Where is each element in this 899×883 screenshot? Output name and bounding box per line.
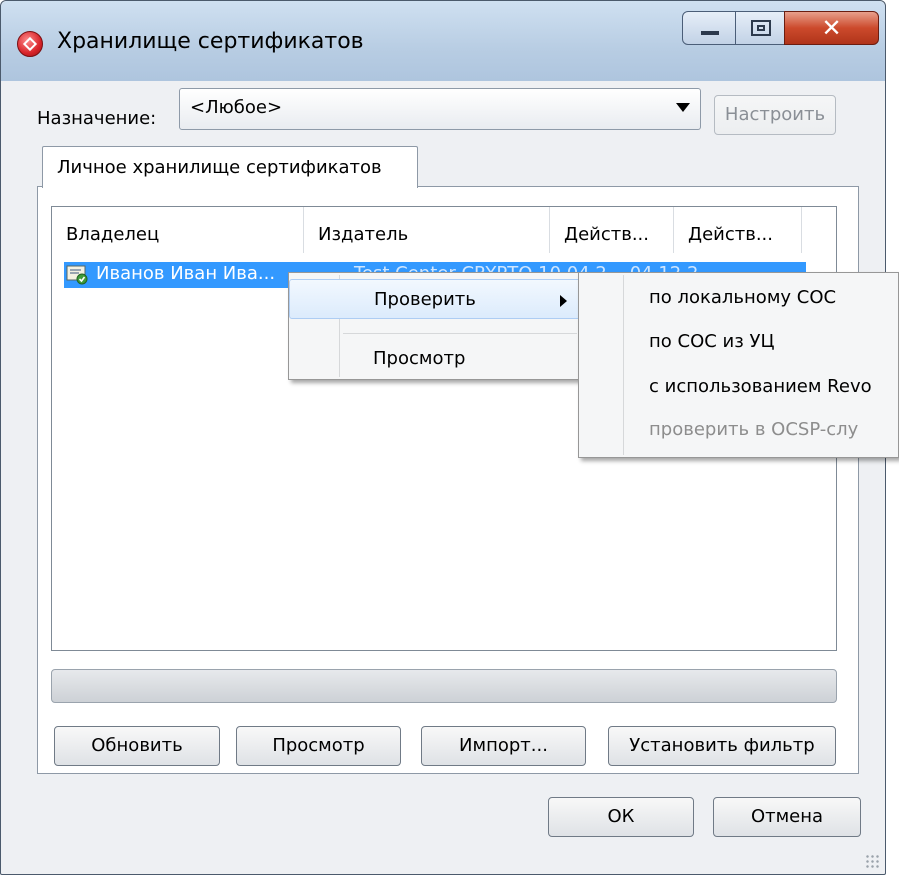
dropdown-arrow-icon xyxy=(676,103,690,112)
certificate-icon xyxy=(66,265,88,285)
minimize-icon xyxy=(701,31,719,35)
purpose-label: Назначение: xyxy=(37,108,157,129)
progress-bar xyxy=(51,669,837,703)
purpose-dropdown[interactable]: <Любое> xyxy=(179,88,701,130)
view-button[interactable]: Просмотр xyxy=(236,726,401,766)
purpose-selected-value: <Любое> xyxy=(190,97,283,118)
import-button[interactable]: Импорт... xyxy=(421,726,586,766)
resize-grip-icon[interactable] xyxy=(865,854,879,868)
column-owner[interactable]: Владелец xyxy=(52,207,304,253)
maximize-button[interactable] xyxy=(735,11,785,45)
submenu-item-local-crl[interactable]: по локальному СОС xyxy=(649,287,836,308)
maximize-icon xyxy=(751,20,771,36)
column-valid-from[interactable]: Действ... xyxy=(550,207,674,253)
tab-personal-store[interactable]: Личное хранилище сертификатов xyxy=(42,146,418,188)
menu-item-view[interactable]: Просмотр xyxy=(289,339,581,379)
close-icon: ✕ xyxy=(821,14,842,42)
menu-item-view-label: Просмотр xyxy=(373,348,466,369)
menu-separator xyxy=(343,333,577,334)
submenu-arrow-icon xyxy=(560,295,567,307)
close-button[interactable]: ✕ xyxy=(784,11,879,45)
menu-item-check[interactable]: Проверить xyxy=(289,279,581,319)
menu-item-check-label: Проверить xyxy=(374,289,476,310)
cancel-button[interactable]: Отмена xyxy=(713,797,861,837)
title-bar[interactable]: Хранилище сертификатов ✕ xyxy=(1,1,885,81)
check-submenu: по локальному СОС по СОС из УЦ с использ… xyxy=(578,272,899,458)
submenu-item-revocation[interactable]: с использованием Revo xyxy=(649,376,872,397)
minimize-button[interactable] xyxy=(682,11,736,45)
list-header: Владелец Издатель Действ... Действ... xyxy=(52,207,836,253)
set-filter-button[interactable]: Установить фильтр xyxy=(608,726,836,766)
configure-button[interactable]: Настроить xyxy=(714,95,836,135)
column-issuer[interactable]: Издатель xyxy=(304,207,550,253)
app-icon xyxy=(17,31,43,57)
context-menu: Проверить Просмотр xyxy=(288,272,582,380)
refresh-button[interactable]: Обновить xyxy=(54,726,220,766)
ok-button[interactable]: ОК xyxy=(548,797,694,837)
column-valid-to[interactable]: Действ... xyxy=(674,207,802,253)
submenu-item-ocsp: проверить в OCSP-слу xyxy=(649,419,859,440)
row-owner: Иванов Иван Ива... xyxy=(96,263,276,284)
window-title: Хранилище сертификатов xyxy=(57,29,364,54)
submenu-item-ca-crl[interactable]: по СОС из УЦ xyxy=(649,331,774,352)
